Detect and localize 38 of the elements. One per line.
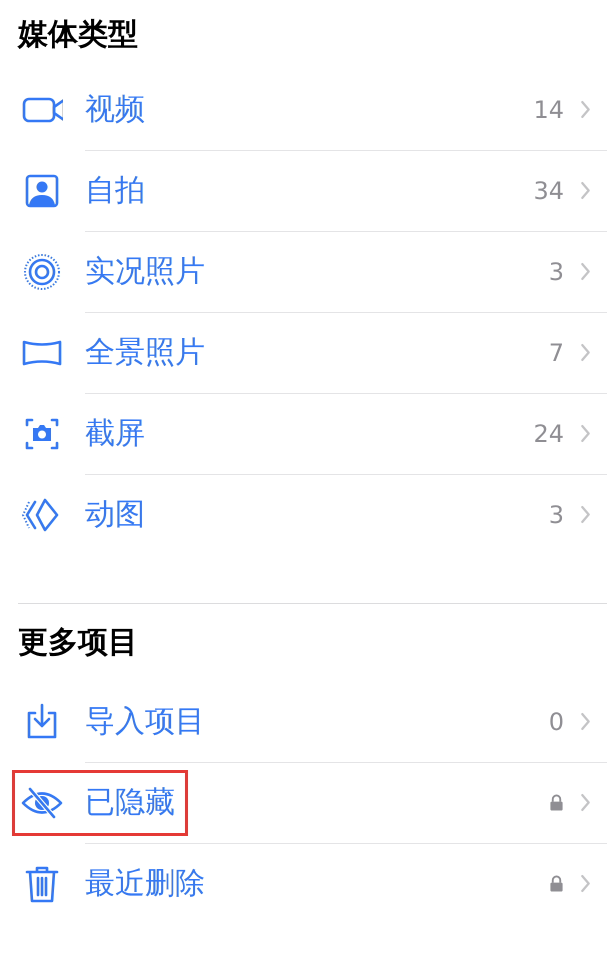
chevron-icon xyxy=(580,343,591,362)
chevron-icon xyxy=(580,793,591,812)
row-label: 截屏 xyxy=(85,415,145,453)
item-count: 14 xyxy=(533,96,564,124)
row-label: 实况照片 xyxy=(85,253,205,291)
row-label: 视频 xyxy=(85,91,145,129)
section-heading: 更多项目 xyxy=(18,624,139,662)
list-row[interactable]: 视频 14 xyxy=(18,69,607,150)
row-label: 最近删除 xyxy=(85,865,205,903)
row-label: 导入项目 xyxy=(85,703,205,741)
list-row[interactable]: 实况照片 3 xyxy=(18,231,607,312)
chevron-icon xyxy=(580,505,591,524)
chevron-icon xyxy=(580,424,591,443)
item-count: 24 xyxy=(533,420,564,448)
row-label: 已隐藏 xyxy=(85,784,175,822)
item-count: 34 xyxy=(533,176,564,204)
chevron-icon xyxy=(580,181,591,200)
row-label: 自拍 xyxy=(85,172,145,210)
list-row[interactable]: 全景照片 7 xyxy=(18,312,607,393)
item-count: 3 xyxy=(548,500,564,528)
chevron-icon xyxy=(580,100,591,119)
chevron-icon xyxy=(580,712,591,731)
chevron-icon xyxy=(580,874,591,893)
row-label: 全景照片 xyxy=(85,334,205,372)
chevron-icon xyxy=(580,262,591,281)
list-row[interactable]: 已隐藏 xyxy=(18,762,607,843)
section-heading: 媒体类型 xyxy=(18,16,139,54)
row-label: 动图 xyxy=(85,496,145,534)
list-row[interactable]: 截屏 24 xyxy=(18,393,607,474)
lock-icon xyxy=(549,794,564,811)
list-row[interactable]: 动图 3 xyxy=(18,474,607,555)
list-row[interactable]: 自拍 34 xyxy=(18,150,607,231)
item-count: 3 xyxy=(548,258,564,286)
list-row[interactable]: 导入项目 0 xyxy=(18,681,607,762)
item-count: 0 xyxy=(548,708,564,736)
item-count: 7 xyxy=(548,338,564,366)
lock-icon xyxy=(549,875,564,892)
list-row[interactable]: 最近删除 xyxy=(18,843,607,924)
